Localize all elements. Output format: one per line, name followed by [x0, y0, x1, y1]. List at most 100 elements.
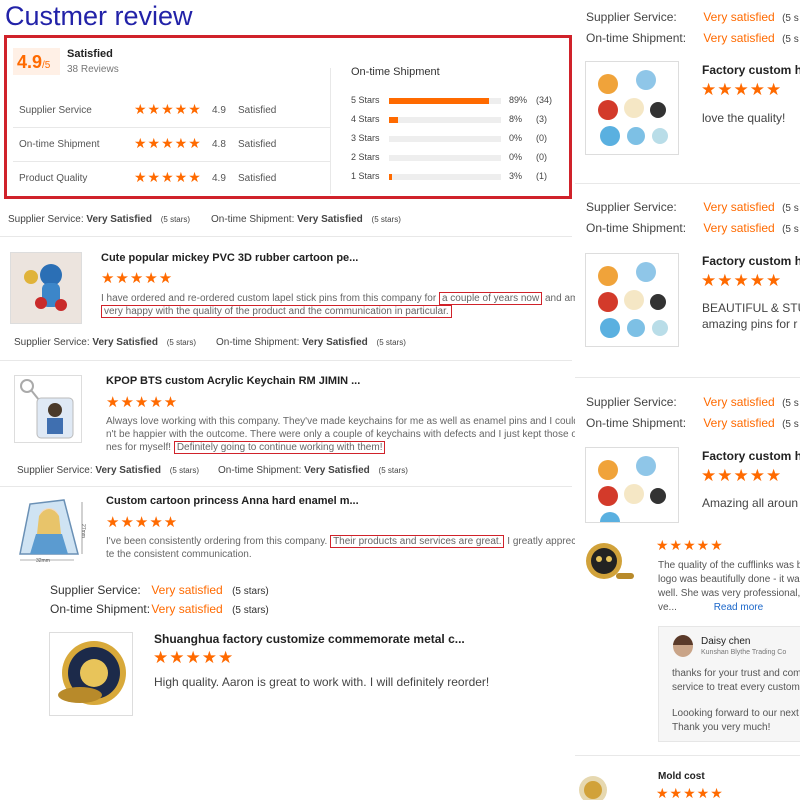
keychain-image — [20, 379, 74, 439]
distribution-label: 3 Stars — [351, 133, 380, 143]
rating-row-value: 4.9 — [212, 173, 226, 184]
review-product-title[interactable]: Shuanghua factory customize commemorate … — [154, 632, 465, 646]
review-text-part: n't be happier with the outcome. There w… — [106, 429, 577, 440]
distribution-label: 5 Stars — [351, 95, 380, 105]
review-text-line: The quality of the cufflinks was b — [658, 560, 800, 571]
coin-image — [58, 641, 126, 705]
shipment-label: On-time Shipment: — [586, 221, 687, 235]
product-thumbnail[interactable] — [585, 253, 679, 347]
product-thumbnail[interactable] — [585, 61, 679, 155]
review-text: BEAUTIFUL & STU — [702, 301, 800, 315]
reply-text-line: service to treat every custome — [672, 682, 800, 693]
stars-note: (5 stars) — [169, 466, 200, 475]
distribution-bar-track — [389, 98, 501, 104]
star-rating-icon: ★★★★★ — [701, 466, 783, 485]
supplier-value: Very satisfied — [703, 200, 775, 214]
overall-score-suffix: /5 — [42, 60, 51, 71]
right-review-card: Supplier Service: Very satisfied (5 s On… — [575, 188, 800, 378]
supplier-value: Very satisfied — [151, 583, 223, 597]
enamel-pins-image — [598, 70, 668, 146]
stars-note: (5 stars) — [232, 605, 269, 616]
product-thumbnail[interactable]: 32mm 27mm — [12, 494, 90, 566]
rating-row-supplier: Supplier Service ★★★★★ 4.9 Satisfied — [19, 101, 319, 120]
review-text-part: I've been consistently ordering from thi… — [106, 536, 328, 547]
distribution-label: 1 Stars — [351, 171, 380, 181]
review-product-title[interactable]: Mold cost — [658, 771, 705, 782]
distribution-percent: 8% — [509, 114, 523, 124]
distribution-count: (0) — [536, 133, 547, 143]
review-text: Amazing all aroun — [702, 496, 799, 510]
reviews-count: 38 Reviews — [67, 64, 119, 75]
star-rating-icon: ★★★★★ — [101, 270, 174, 287]
review-product-title[interactable]: Cute popular mickey PVC 3D rubber cartoo… — [101, 252, 358, 264]
supplier-value: Very Satisfied — [95, 465, 161, 476]
stars-note: (5 s — [782, 203, 799, 214]
stars-note: (5 stars) — [160, 215, 191, 224]
shipment-value: Very Satisfied — [297, 214, 363, 225]
right-review-card: Supplier Service: Very satisfied (5 s On… — [575, 383, 800, 523]
highlighted-phrase: very happy with the quality of the produ… — [101, 305, 452, 318]
supplier-label: Supplier Service: — [14, 337, 90, 348]
review-product-title[interactable]: Factory custom hi — [702, 449, 800, 463]
meta-line-shipment: On-time Shipment: Very Satisfied (5 star… — [218, 465, 408, 476]
star-distribution: 5 Stars 89% (34) 4 Stars 8% (3) 3 Stars 0% (0) 2 … — [351, 95, 561, 191]
review-text: I have ordered and re-ordered custom lap… — [101, 292, 578, 318]
review-product-title[interactable]: KPOP BTS custom Acrylic Keychain RM JIMI… — [106, 375, 360, 387]
star-rating-icon: ★★★★★ — [153, 648, 235, 667]
rating-row-word: Satisfied — [238, 173, 277, 184]
product-thumbnail[interactable] — [575, 770, 611, 800]
review-text-part: Always love working with this company. T… — [106, 416, 579, 427]
stars-note: (5 s — [782, 13, 799, 24]
review-product-title[interactable]: Custom cartoon princess Anna hard enamel… — [106, 495, 359, 507]
supplier-value: Very satisfied — [703, 10, 775, 24]
supplier-reply-box: Daisy chen Kunshan Blythe Trading Co tha… — [658, 626, 800, 742]
star-rating-icon: ★★★★★ — [656, 537, 724, 553]
reply-text-line: Loooking forward to our next c — [672, 708, 800, 719]
product-thumbnail[interactable] — [49, 632, 133, 716]
rating-row-label: On-time Shipment — [19, 139, 100, 150]
product-thumbnail[interactable] — [10, 252, 82, 324]
shipment-label: On-time Shipment: — [586, 31, 687, 45]
princess-pin-image — [19, 499, 83, 561]
distribution-label: 2 Stars — [351, 152, 380, 162]
rating-row-value: 4.9 — [212, 105, 226, 116]
meta-line: Supplier Service: Very Satisfied (5 star… — [8, 214, 190, 225]
reply-author-company: Kunshan Blythe Trading Co — [701, 649, 787, 656]
shipment-value: Very Satisfied — [302, 337, 368, 348]
shipment-label: On-time Shipment: — [216, 337, 300, 348]
reply-text-line: thanks for your trust and com — [672, 668, 800, 679]
stars-note: (5 stars) — [232, 586, 269, 597]
distribution-percent: 89% — [509, 95, 528, 105]
review-text: High quality. Aaron is great to work wit… — [154, 675, 490, 689]
review-product-title[interactable]: Factory custom hi — [702, 254, 800, 268]
distribution-percent: 0% — [509, 133, 523, 143]
review-text-part: te the consistent communication. — [106, 549, 252, 560]
distribution-percent: 3% — [509, 171, 523, 181]
review-text: The quality of the cufflinks was b logo … — [658, 559, 800, 615]
meta-line-shipment: On-time Shipment: Very satisfied (5 star… — [50, 602, 269, 616]
supplier-label: Supplier Service: — [586, 395, 677, 409]
read-more-link[interactable]: Read more — [714, 602, 763, 613]
stars-note: (5 stars) — [166, 338, 197, 347]
product-thumbnail[interactable] — [585, 447, 679, 523]
rating-row-quality: Product Quality ★★★★★ 4.9 Satisfied — [19, 169, 319, 188]
star-rating-icon: ★★★★★ — [134, 135, 202, 151]
review-product-title[interactable]: Factory custom hi — [702, 63, 800, 77]
supplier-value: Very satisfied — [703, 395, 775, 409]
distribution-bar-fill — [389, 117, 398, 123]
enamel-pins-image — [598, 262, 668, 338]
rating-row-word: Satisfied — [238, 105, 277, 116]
rating-row-word: Satisfied — [238, 139, 277, 150]
product-thumbnail[interactable] — [580, 537, 640, 593]
supplier-label: Supplier Service: — [50, 583, 141, 597]
highlighted-phrase: a couple of years now — [438, 292, 543, 305]
product-thumbnail[interactable] — [14, 375, 82, 443]
shipment-value: Very satisfied — [703, 221, 775, 235]
rating-summary-box: 4.9/5 Satisfied 38 Reviews Supplier Serv… — [4, 35, 572, 199]
shipment-label: On-time Shipment: — [211, 214, 295, 225]
distribution-label: 4 Stars — [351, 114, 380, 124]
mickey-keychain-image — [11, 253, 81, 323]
highlighted-phrase: Their products and services are great. — [330, 535, 505, 548]
star-rating-icon: ★★★★★ — [701, 80, 783, 99]
rating-row-label: Supplier Service — [19, 105, 92, 116]
